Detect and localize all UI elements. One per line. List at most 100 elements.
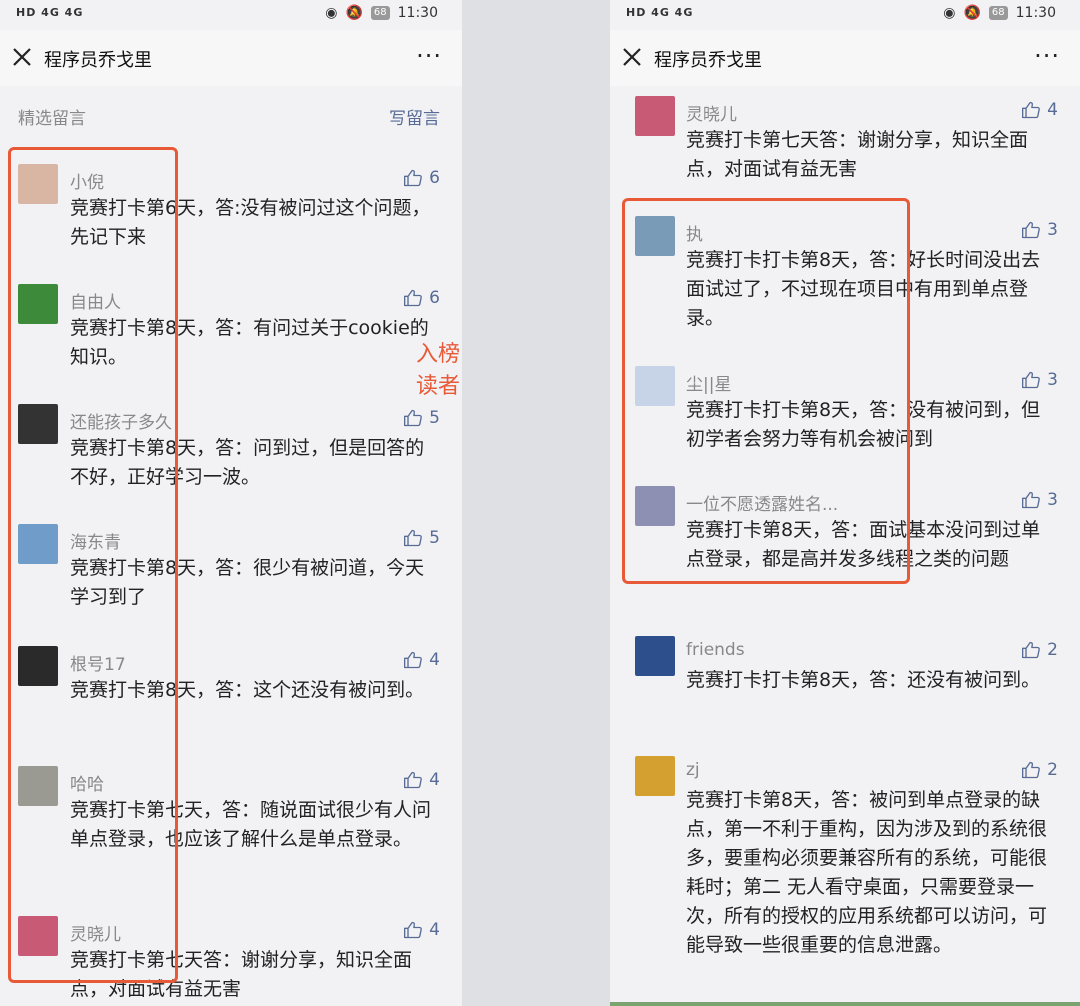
battery-indicator: 68 <box>988 6 1008 20</box>
like-count: 5 <box>429 528 440 548</box>
like-button[interactable]: 2 <box>1021 640 1058 660</box>
avatar[interactable] <box>635 366 675 406</box>
status-bar: HD 4G 4G ◉ 🔕 68 11:30 <box>610 0 1080 28</box>
thumbs-up-icon <box>1022 641 1041 659</box>
avatar[interactable] <box>18 646 58 686</box>
like-count: 2 <box>1047 640 1058 660</box>
comment-text: 竞赛打卡第七天，答：随说面试很少有人问单点登录，也应该了解什么是单点登录。 <box>70 799 432 850</box>
comment-text: 竞赛打卡第8天，答：有问过关于cookie的知识。 <box>70 317 429 368</box>
avatar[interactable] <box>18 164 58 204</box>
avatar[interactable] <box>635 216 675 256</box>
avatar[interactable] <box>635 486 675 526</box>
commenter-name: 海东青 <box>70 533 121 553</box>
comment-text: 竞赛打卡打卡第8天，答：还没有被问到。 <box>686 669 1041 691</box>
like-count: 4 <box>429 770 440 790</box>
avatar[interactable] <box>635 96 675 136</box>
commenter-name: 执 <box>686 225 703 245</box>
network-indicator: HD 4G 4G <box>626 6 694 19</box>
thumbs-up-icon <box>1022 761 1041 779</box>
avatar[interactable] <box>18 916 58 956</box>
thumbs-up-icon <box>404 771 423 789</box>
like-button[interactable]: 3 <box>1021 490 1058 510</box>
comment-text: 竞赛打卡第8天，答：问到过，但是回答的不好，正好学习一波。 <box>70 437 425 488</box>
more-options-icon[interactable]: ··· <box>416 42 442 70</box>
thumbs-up-icon <box>1022 101 1041 119</box>
battery-indicator: 68 <box>370 6 390 20</box>
comment-text: 竞赛打卡第七天答：谢谢分享，知识全面点，对面试有益无害 <box>70 949 413 1000</box>
like-button[interactable]: 2 <box>1021 760 1058 780</box>
commenter-name: 小倪 <box>70 173 104 193</box>
thumbs-up-icon <box>404 651 423 669</box>
thumbs-up-icon <box>404 289 423 307</box>
title-bar: 程序员乔戈里 ··· <box>610 30 1080 86</box>
avatar[interactable] <box>18 404 58 444</box>
avatar[interactable] <box>635 756 675 796</box>
like-count: 4 <box>429 650 440 670</box>
write-comment-button[interactable]: 写留言 <box>389 104 440 129</box>
like-button[interactable]: 6 <box>403 168 440 188</box>
comment-text: 竞赛打卡第七天答：谢谢分享，知识全面点，对面试有益无害 <box>686 129 1029 180</box>
like-button[interactable]: 3 <box>1021 220 1058 240</box>
avatar[interactable] <box>635 636 675 676</box>
comment-text: 竞赛打卡打卡第8天，答：没有被问到，但初学者会努力等有机会被问到 <box>686 399 1041 450</box>
comment-text: 竞赛打卡打卡第8天，答：好长时间没出去面试过了，不过现在项目中有用到单点登录。 <box>686 249 1041 329</box>
like-button[interactable]: 4 <box>403 920 440 940</box>
like-count: 2 <box>1047 760 1058 780</box>
clock: 11:30 <box>1015 5 1056 21</box>
mute-icon: 🔕 <box>963 5 981 21</box>
commenter-name: zj <box>686 760 700 780</box>
like-button[interactable]: 6 <box>403 288 440 308</box>
like-button[interactable]: 4 <box>1021 100 1058 120</box>
like-button[interactable]: 4 <box>403 770 440 790</box>
page-title: 程序员乔戈里 <box>44 50 152 71</box>
commenter-name: 尘||星 <box>686 375 732 395</box>
like-count: 6 <box>429 168 440 188</box>
commenter-name: 自由人 <box>70 293 121 313</box>
eye-icon: ◉ <box>943 5 956 21</box>
commenter-name: 根号17 <box>70 655 126 675</box>
like-count: 4 <box>429 920 440 940</box>
like-button[interactable]: 3 <box>1021 370 1058 390</box>
section-header: 精选留言 写留言 <box>0 100 462 130</box>
eye-icon: ◉ <box>325 5 338 21</box>
avatar[interactable] <box>18 284 58 324</box>
like-count: 6 <box>429 288 440 308</box>
comment-text: 竞赛打卡第8天，答：被问到单点登录的缺点，第一不利于重构，因为涉及到的系统很多，… <box>686 789 1048 956</box>
thumbs-up-icon <box>1022 371 1041 389</box>
like-count: 5 <box>429 408 440 428</box>
commenter-name: 哈哈 <box>70 775 104 795</box>
commenter-name: 灵晓儿 <box>686 105 737 125</box>
commenter-name: 灵晓儿 <box>70 925 121 945</box>
like-button[interactable]: 4 <box>403 650 440 670</box>
like-count: 4 <box>1047 100 1058 120</box>
network-indicator: HD 4G 4G <box>16 6 84 19</box>
commenter-name: 还能孩子多久 <box>70 413 172 433</box>
avatar[interactable] <box>18 524 58 564</box>
status-bar: HD 4G 4G ◉ 🔕 68 11:30 <box>0 0 462 28</box>
thumbs-up-icon <box>1022 491 1041 509</box>
like-count: 3 <box>1047 370 1058 390</box>
title-bar: 程序员乔戈里 ··· <box>0 30 462 86</box>
comment-text: 竞赛打卡第8天，答：这个还没有被问到。 <box>70 679 425 701</box>
bottom-strip <box>610 1002 1080 1006</box>
close-icon[interactable] <box>10 45 34 69</box>
mute-icon: 🔕 <box>345 5 363 21</box>
clock: 11:30 <box>397 5 438 21</box>
comment-text: 竞赛打卡第6天，答:没有被问过这个问题，先记下来 <box>70 197 431 248</box>
page-title: 程序员乔戈里 <box>654 50 762 71</box>
featured-comments-title: 精选留言 <box>18 109 86 129</box>
more-options-icon[interactable]: ··· <box>1034 42 1060 70</box>
thumbs-up-icon <box>1022 221 1041 239</box>
avatar[interactable] <box>18 766 58 806</box>
like-button[interactable]: 5 <box>403 528 440 548</box>
left-phone-screen: HD 4G 4G ◉ 🔕 68 11:30 程序员乔戈里 ··· 精选留言 写留… <box>0 0 462 1006</box>
like-count: 3 <box>1047 490 1058 510</box>
thumbs-up-icon <box>404 409 423 427</box>
commenter-name: 一位不愿透露姓名... <box>686 495 839 515</box>
close-icon[interactable] <box>620 45 644 69</box>
right-phone-screen: HD 4G 4G ◉ 🔕 68 11:30 程序员乔戈里 ··· 灵晓儿竞赛打卡… <box>610 0 1080 1006</box>
like-button[interactable]: 5 <box>403 408 440 428</box>
comment-text: 竞赛打卡第8天，答：面试基本没问到过单点登录，都是高并发多线程之类的问题 <box>686 519 1041 570</box>
commenter-name: friends <box>686 640 745 660</box>
thumbs-up-icon <box>404 921 423 939</box>
